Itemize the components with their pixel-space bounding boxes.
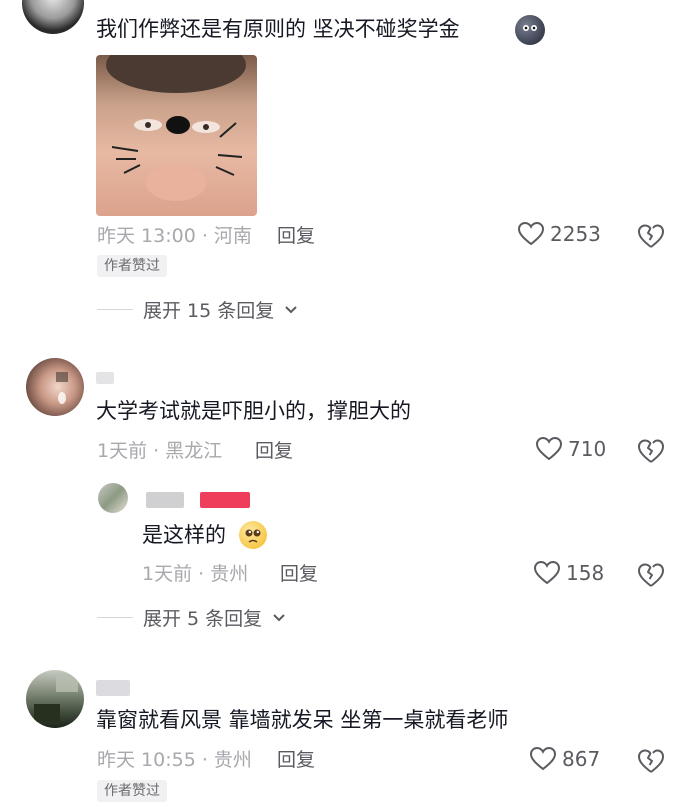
like-button[interactable]: 158	[534, 561, 604, 585]
reply-time-location: 1天前 · 贵州	[142, 563, 249, 585]
commenter-name[interactable]	[96, 372, 114, 384]
divider-line	[97, 617, 133, 618]
like-count: 867	[562, 747, 601, 771]
like-button[interactable]: 2253	[518, 222, 601, 246]
heart-outline-icon	[536, 437, 562, 461]
broken-heart-icon[interactable]	[637, 438, 665, 464]
comment-time-location: 1天前 · 黑龙江	[97, 440, 223, 462]
replier-name[interactable]	[146, 492, 184, 508]
like-count: 2253	[550, 222, 601, 246]
comment-time-location: 昨天 13:00 · 河南	[97, 225, 252, 247]
divider-line	[97, 309, 133, 310]
commenter-avatar[interactable]	[26, 670, 84, 728]
expand-replies-button[interactable]: 展开 15 条回复	[97, 296, 298, 323]
comment-text: 我们作弊还是有原则的 坚决不碰奖学金	[96, 17, 460, 41]
commenter-avatar[interactable]	[26, 358, 84, 416]
chevron-down-icon	[273, 613, 285, 621]
reply-button[interactable]: 回复	[277, 747, 315, 773]
reply-text: 是这样的	[142, 523, 226, 547]
reply-button[interactable]: 回复	[280, 561, 318, 587]
reply-button[interactable]: 回复	[255, 438, 293, 464]
replier-avatar[interactable]	[98, 483, 128, 513]
expand-replies-label: 展开 5 条回复	[143, 608, 263, 630]
author-liked-badge: 作者赞过	[97, 780, 167, 802]
expand-replies-label: 展开 15 条回复	[143, 300, 275, 322]
comment-text: 大学考试就是吓胆小的，撑胆大的	[96, 399, 411, 423]
like-button[interactable]: 867	[530, 747, 600, 771]
broken-heart-icon[interactable]	[637, 562, 665, 588]
heart-outline-icon	[518, 222, 544, 246]
author-liked-badge: 作者赞过	[97, 255, 167, 277]
comment-time-location: 昨天 10:55 · 贵州	[97, 749, 252, 771]
broken-heart-icon[interactable]	[637, 223, 665, 249]
reply-target-name[interactable]	[200, 492, 250, 508]
face-emoji-icon	[515, 15, 545, 45]
pleading-face-emoji-icon	[239, 521, 267, 549]
expand-replies-button[interactable]: 展开 5 条回复	[97, 604, 286, 631]
commenter-avatar[interactable]	[22, 0, 84, 34]
heart-outline-icon	[534, 561, 560, 585]
reply-button[interactable]: 回复	[277, 223, 315, 249]
commenter-name[interactable]	[96, 680, 130, 696]
broken-heart-icon[interactable]	[637, 748, 665, 774]
comment-text: 靠窗就看风景 靠墙就发呆 坐第一桌就看老师	[96, 708, 509, 732]
like-count: 710	[568, 437, 607, 461]
heart-outline-icon	[530, 747, 556, 771]
like-button[interactable]: 710	[536, 437, 606, 461]
chevron-down-icon	[285, 305, 297, 313]
like-count: 158	[566, 561, 605, 585]
comment-image[interactable]	[96, 55, 257, 216]
